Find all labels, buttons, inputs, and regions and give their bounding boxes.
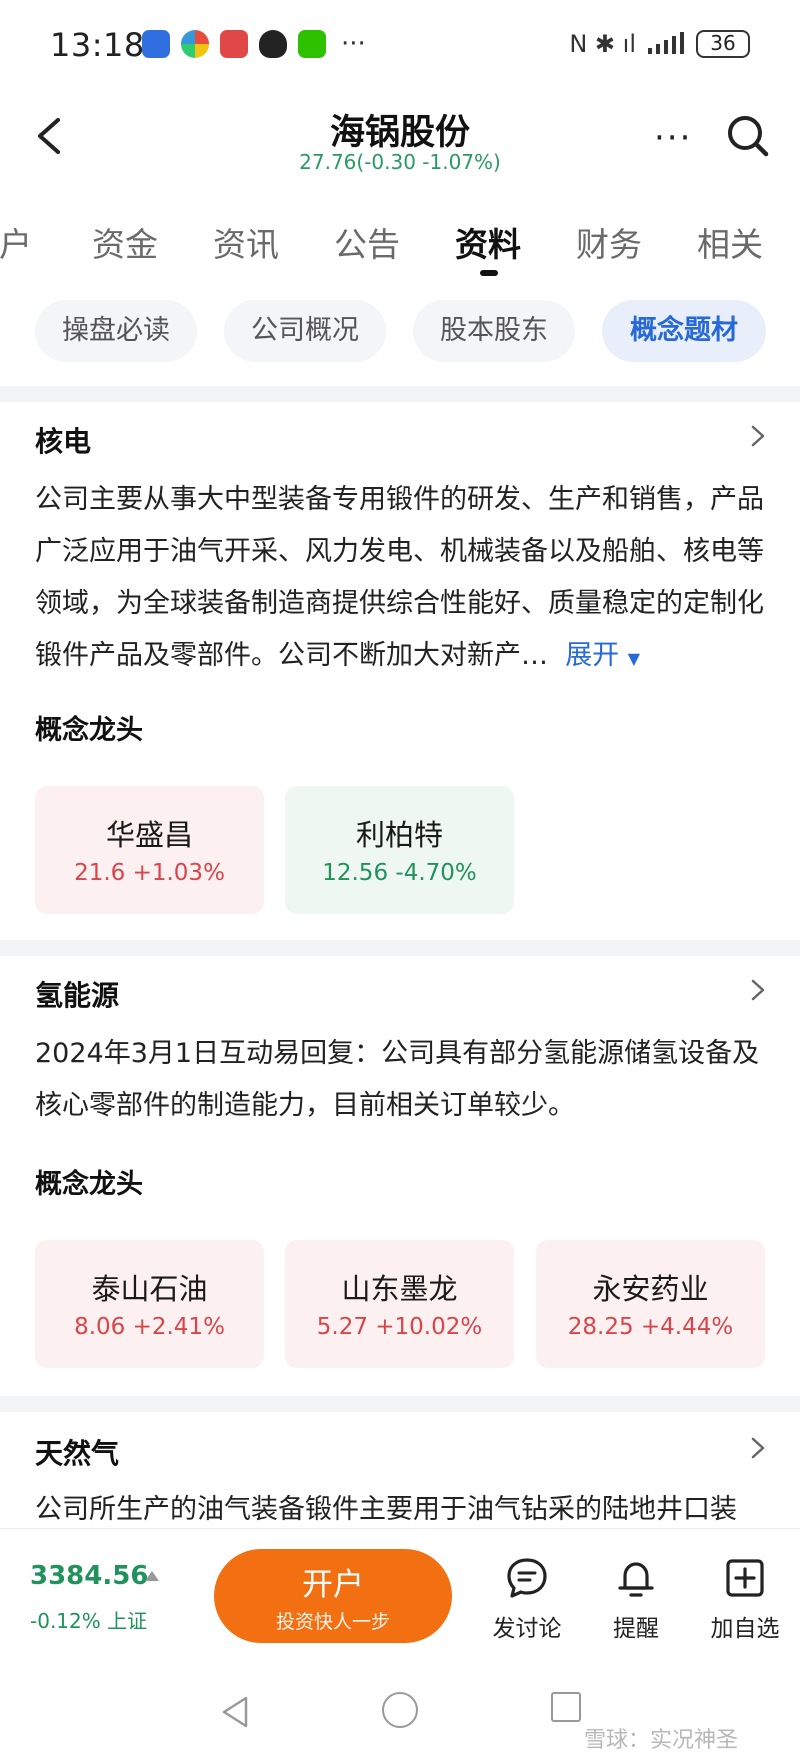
leader-card[interactable]: 永安药业 28.25 +4.44% [536,1240,765,1368]
chip-shareholders[interactable]: 股本股东 [413,300,575,362]
watermark: 雪球：实况神圣 [584,1728,739,1753]
bottom-bar: 3384.56 -0.12% 上证 开户 投资快人一步 发讨论 提醒 加自选 [0,1528,800,1662]
tab-open-account[interactable]: 开户 [0,218,32,266]
concept-title[interactable]: 核电 [35,420,91,460]
tab-news[interactable]: 资讯 [213,218,279,266]
penguin-app-icon [259,30,287,58]
leaders-title: 概念龙头 [35,715,143,746]
leader-quote: 21.6 +1.03% [74,860,225,886]
divider [0,1396,800,1412]
watchlist-label: 加自选 [710,1616,780,1642]
leader-quote: 8.06 +2.41% [74,1314,225,1340]
chevron-right-icon[interactable] [748,422,768,450]
tab-profile[interactable]: 资料 [455,218,521,266]
leader-card[interactable]: 华盛昌 21.6 +1.03% [35,786,264,914]
remind-button[interactable]: 提醒 [586,1555,686,1643]
open-account-subtitle: 投资快人一步 [275,1611,390,1633]
open-account-label: 开户 [302,1567,364,1603]
nav-recent-apps-icon[interactable] [551,1692,581,1722]
leaders-title: 概念龙头 [35,1169,143,1200]
system-nav-bar: 雪球：实况神圣 [0,1662,800,1758]
concept-title[interactable]: 天然气 [35,1432,119,1472]
game-app-icon [220,30,248,58]
chip-concepts[interactable]: 概念题材 [602,300,766,362]
bell-icon [618,1562,654,1597]
chip-company-overview[interactable]: 公司概况 [224,300,386,362]
chevron-right-icon[interactable] [748,976,768,1004]
nav-home-icon[interactable] [382,1692,418,1728]
concept-description: 公司主要从事大中型装备专用锻件的研发、生产和销售，产品广泛应用于油气开采、风力发… [35,474,765,685]
tab-funds[interactable]: 资金 [92,218,158,266]
leader-name: 华盛昌 [105,818,193,852]
leader-name: 永安药业 [592,1272,709,1306]
discuss-button[interactable]: 发讨论 [477,1555,577,1643]
caret-down-icon: ▼ [627,649,641,668]
divider [0,386,800,402]
system-status: N ✱ ıl 36 [569,30,750,58]
open-account-button[interactable]: 开户 投资快人一步 [214,1549,452,1643]
more-icon[interactable]: ··· [654,121,692,155]
signal-icon [648,32,684,54]
concept-description-text: 公司主要从事大中型装备专用锻件的研发、生产和销售，产品广泛应用于油气开采、风力发… [35,484,764,671]
index-name: 上证 [107,1609,148,1633]
more-notifications-icon: ··· [341,29,366,59]
concept-description: 2024年3月1日互动易回复：公司具有部分氢能源储氢设备及核心零部件的制造能力，… [35,1038,760,1121]
expand-label: 展开 [565,640,620,671]
index-arrow-icon [145,1571,159,1581]
status-bar: 13:18 ··· N ✱ ıl 36 [0,0,800,92]
add-watchlist-button[interactable]: 加自选 [695,1555,795,1643]
chat-bubble-icon [507,1558,547,1598]
expand-link[interactable]: 展开 ▼ [557,640,641,671]
tab-related[interactable]: 相关 [697,218,763,266]
concept-title[interactable]: 氢能源 [35,974,119,1014]
discuss-label: 发讨论 [492,1616,562,1642]
tab-financials[interactable]: 财务 [576,218,642,266]
divider [0,940,800,956]
active-tab-indicator [480,270,498,276]
add-square-icon [726,1559,764,1597]
status-time: 13:18 [50,26,145,64]
chevron-right-icon[interactable] [748,1434,768,1462]
concept-section-nuclear: 核电 公司主要从事大中型装备专用锻件的研发、生产和销售，产品广泛应用于油气开采、… [0,402,800,940]
sub-tabs: 操盘必读 公司概况 股本股东 概念题材 [0,296,800,362]
nav-back-icon[interactable] [218,1694,252,1730]
leader-quote: 28.25 +4.44% [567,1314,734,1340]
leader-card[interactable]: 泰山石油 8.06 +2.41% [35,1240,264,1368]
chip-trading-guide[interactable]: 操盘必读 [35,300,197,362]
main-tabs: 开户 资金 资讯 公告 资料 财务 相关 [0,206,800,276]
leader-card[interactable]: 利柏特 12.56 -4.70% [285,786,514,914]
notification-icons: ··· [142,30,366,58]
leader-name: 利柏特 [355,818,443,852]
leader-name: 山东墨龙 [341,1272,458,1306]
battery-icon: 36 [696,30,750,58]
shield-app-icon [142,30,170,58]
leader-name: 泰山石油 [91,1272,208,1306]
leader-quote: 12.56 -4.70% [322,860,477,886]
pinwheel-app-icon [181,30,209,58]
index-value[interactable]: 3384.56 [30,1561,148,1591]
remind-label: 提醒 [613,1616,659,1642]
index-change[interactable]: -0.12% 上证 [30,1605,147,1634]
search-icon[interactable] [724,112,772,160]
index-change-value: -0.12% [30,1609,101,1633]
tab-announcements[interactable]: 公告 [334,218,400,266]
leader-quote: 5.27 +10.02% [316,1314,483,1340]
concept-section-hydrogen: 氢能源 2024年3月1日互动易回复：公司具有部分氢能源储氢设备及核心零部件的制… [0,956,800,1396]
wechat-app-icon [298,30,326,58]
concept-description: 公司所生产的油气装备锻件主要用于油气钻采的陆地井口装 [35,1494,737,1525]
stock-header: 海锅股份 27.76(-0.30 -1.07%) ··· [0,92,800,184]
leader-card[interactable]: 山东墨龙 5.27 +10.02% [285,1240,514,1368]
concept-section-natural-gas: 天然气 公司所生产的油气装备锻件主要用于油气钻采的陆地井口装 [0,1412,800,1528]
nfc-bluetooth-signal-icons: N ✱ ıl [569,30,636,58]
